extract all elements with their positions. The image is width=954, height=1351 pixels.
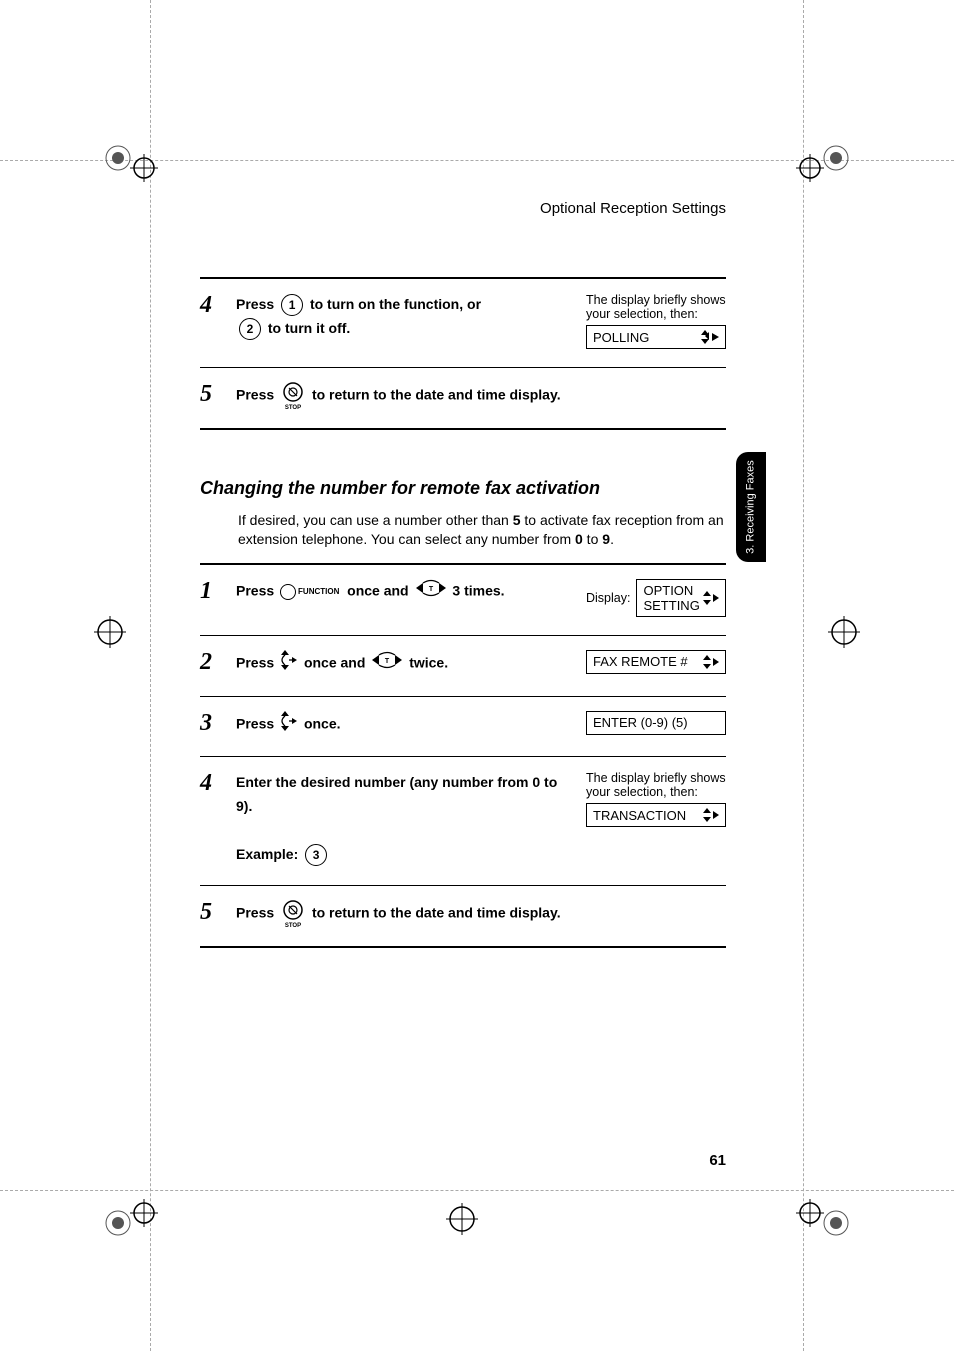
lcd-display: POLLING xyxy=(586,325,726,349)
crop-guide xyxy=(803,0,804,1351)
registration-mark-icon xyxy=(794,140,854,200)
svg-text:STOP: STOP xyxy=(285,405,301,410)
lcd-display: TRANSACTION xyxy=(586,803,726,827)
page-number: 61 xyxy=(709,1152,726,1169)
key-3-icon: 3 xyxy=(305,844,327,866)
nav-arrows-icon xyxy=(703,591,719,605)
registration-mark-icon xyxy=(100,1181,160,1241)
page-header: Optional Reception Settings xyxy=(200,200,726,217)
step-row: 3 Press once. ENTER (0-9) (5) xyxy=(200,696,726,757)
lcd-display: OPTION SETTING xyxy=(636,579,726,617)
key-1-icon: 1 xyxy=(281,294,303,316)
step-row: 5 Press STOP to return to the date and t… xyxy=(200,885,726,948)
step-side: ENTER (0-9) (5) xyxy=(586,711,726,739)
section-heading: Changing the number for remote fax activ… xyxy=(200,478,726,499)
step-number: 4 xyxy=(200,293,222,349)
step-instruction: Press STOP to return to the date and tim… xyxy=(236,382,726,410)
right-nav-icon xyxy=(281,650,297,678)
nav-arrows-icon xyxy=(703,808,719,822)
stop-button-icon: STOP xyxy=(281,900,305,928)
step-row: 1 Press FUNCTION once and T 3 times. Dis… xyxy=(200,563,726,635)
step-side: FAX REMOTE # xyxy=(586,650,726,678)
step-number: 5 xyxy=(200,382,222,410)
step-instruction: Press FUNCTION once and T 3 times. xyxy=(236,579,572,617)
step-row: 5 Press STOP to return to the date and t… xyxy=(200,367,726,430)
svg-text:T: T xyxy=(428,586,433,593)
left-right-nav-icon: T xyxy=(372,651,402,677)
lcd-display: FAX REMOTE # xyxy=(586,650,726,674)
step-instruction: Press once and T twice. xyxy=(236,650,572,678)
section-intro: If desired, you can use a number other t… xyxy=(238,511,726,549)
step-number: 1 xyxy=(200,579,222,617)
step-side: The display briefly shows your selection… xyxy=(586,293,726,349)
right-nav-icon xyxy=(281,711,297,739)
svg-text:STOP: STOP xyxy=(285,923,301,928)
nav-arrows-icon xyxy=(701,330,719,344)
step-instruction: Enter the desired number (any number fro… xyxy=(236,771,572,866)
lcd-display: ENTER (0-9) (5) xyxy=(586,711,726,735)
registration-mark-icon xyxy=(822,610,866,654)
step-side: Display: OPTION SETTING xyxy=(586,579,726,617)
key-2-icon: 2 xyxy=(239,318,261,340)
chapter-tab: 3. Receiving Faxes xyxy=(736,452,766,562)
registration-mark-icon xyxy=(100,140,160,200)
step-instruction: Press 1 to turn on the function, or 2 to… xyxy=(236,293,572,349)
nav-arrows-icon xyxy=(703,655,719,669)
function-button-icon xyxy=(280,584,296,600)
crop-guide xyxy=(150,0,151,1351)
left-right-nav-icon: T xyxy=(416,579,446,605)
step-number: 2 xyxy=(200,650,222,678)
step-number: 5 xyxy=(200,900,222,928)
step-number: 3 xyxy=(200,711,222,739)
step-number: 4 xyxy=(200,771,222,866)
step-side: The display briefly shows your selection… xyxy=(586,771,726,866)
registration-mark-icon xyxy=(88,610,132,654)
stop-button-icon: STOP xyxy=(281,382,305,410)
step-row: 4 Enter the desired number (any number f… xyxy=(200,756,726,884)
step-instruction: Press once. xyxy=(236,711,572,739)
registration-mark-icon xyxy=(440,1197,484,1241)
chapter-tab-label: 3. Receiving Faxes xyxy=(745,460,757,554)
registration-mark-icon xyxy=(794,1181,854,1241)
step-instruction: Press STOP to return to the date and tim… xyxy=(236,900,726,928)
step-row: 2 Press once and T twice. FAX REMOTE # xyxy=(200,635,726,696)
svg-text:T: T xyxy=(385,658,390,665)
step-row: 4 Press 1 to turn on the function, or 2 … xyxy=(200,277,726,367)
